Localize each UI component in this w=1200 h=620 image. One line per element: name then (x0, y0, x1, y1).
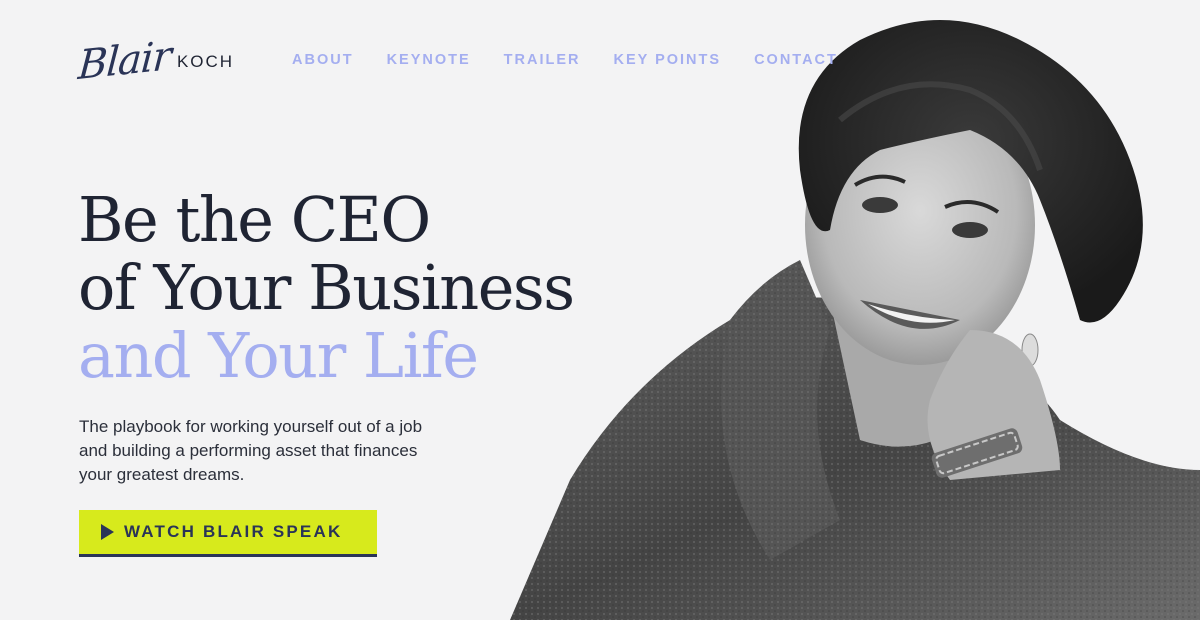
hero-heading-line-3-accent: and Your Life (78, 319, 479, 392)
logo-wordmark: KOCH (176, 52, 235, 71)
hero-heading: Be the CEO of Your Business and Your Lif… (78, 186, 678, 390)
hero-section: Be the CEO of Your Business and Your Lif… (78, 186, 678, 390)
nav-trailer[interactable]: TRAILER (504, 52, 581, 68)
cta-label: WATCH BLAIR SPEAK (124, 522, 343, 541)
watch-blair-speak-button[interactable]: WATCH BLAIR SPEAK (79, 510, 377, 557)
logo-script-signature: Blair (76, 32, 173, 90)
nav-contact[interactable]: CONTACT (754, 52, 838, 68)
hero-subtitle: The playbook for working yourself out of… (79, 417, 423, 484)
hero-heading-line-2: of Your Business (78, 251, 575, 324)
nav-about[interactable]: ABOUT (292, 52, 354, 68)
hero-heading-line-1: Be the CEO (78, 183, 431, 256)
page: Blair KOCH ABOUT KEYNOTE TRAILER KEY POI… (0, 0, 1200, 620)
brand-logo[interactable]: Blair KOCH (76, 30, 268, 92)
main-nav: ABOUT KEYNOTE TRAILER KEY POINTS CONTACT (292, 52, 871, 68)
nav-keynote[interactable]: KEYNOTE (387, 52, 471, 68)
play-icon (101, 524, 114, 540)
nav-key-points[interactable]: KEY POINTS (614, 52, 722, 68)
